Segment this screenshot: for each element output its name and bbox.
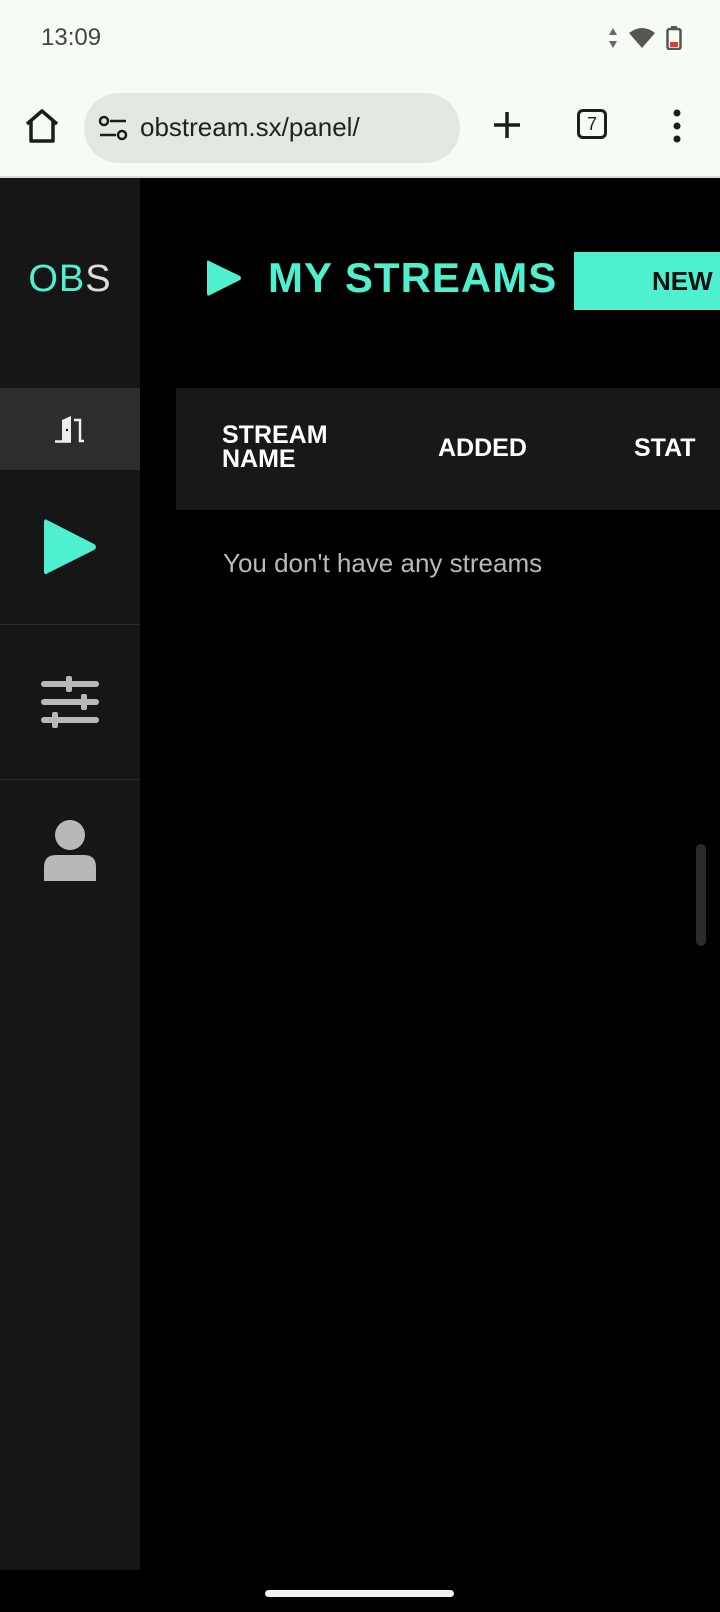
more-vert-icon[interactable] xyxy=(665,108,689,144)
column-header-status[interactable]: STAT xyxy=(634,436,696,461)
battery-low-icon xyxy=(666,26,682,50)
logo-accent: OB xyxy=(28,258,86,300)
scrollbar[interactable] xyxy=(696,844,706,946)
url-text[interactable]: obstream.sx/panel/ xyxy=(140,112,360,143)
status-bar: 13:09 xyxy=(0,0,720,80)
status-time: 13:09 xyxy=(41,24,102,51)
data-arrows-icon xyxy=(609,28,617,48)
streams-table-header: STREAM NAME ADDED STAT xyxy=(176,388,720,510)
sliders-icon xyxy=(41,676,99,728)
page-header: MY STREAMS xyxy=(206,254,557,302)
user-icon xyxy=(44,820,96,881)
status-icons xyxy=(608,26,682,50)
home-icon[interactable] xyxy=(22,106,62,146)
sidebar-item-streams[interactable] xyxy=(0,470,140,625)
empty-state-message: You don't have any streams xyxy=(223,548,543,578)
sidebar: OBS xyxy=(0,178,140,1570)
sidebar-item-exit[interactable] xyxy=(0,388,140,470)
gesture-nav-bar xyxy=(0,1570,720,1612)
tabs-icon[interactable]: 7 xyxy=(577,109,607,139)
play-icon xyxy=(207,260,241,296)
column-header-stream-name[interactable]: STREAM NAME xyxy=(222,423,362,472)
plus-icon[interactable] xyxy=(490,108,524,142)
logo-rest: S xyxy=(85,258,112,300)
column-header-added[interactable]: ADDED xyxy=(438,436,527,461)
main-content: MY STREAMS NEW STREAM NAME ADDED STAT Yo… xyxy=(140,178,720,1570)
new-stream-button[interactable]: NEW xyxy=(574,252,720,310)
browser-toolbar: obstream.sx/panel/ 7 xyxy=(0,80,720,178)
address-bar[interactable]: obstream.sx/panel/ xyxy=(84,93,460,163)
exit-door-icon xyxy=(55,416,84,443)
sidebar-item-settings[interactable] xyxy=(0,625,140,780)
sidebar-item-profile[interactable] xyxy=(0,780,140,920)
logo[interactable]: OBS xyxy=(0,258,140,301)
home-gesture-handle[interactable] xyxy=(265,1590,454,1597)
page-title: MY STREAMS xyxy=(268,254,558,301)
site-settings-icon[interactable] xyxy=(98,115,128,141)
play-icon xyxy=(44,519,96,575)
wifi-icon xyxy=(629,28,655,48)
